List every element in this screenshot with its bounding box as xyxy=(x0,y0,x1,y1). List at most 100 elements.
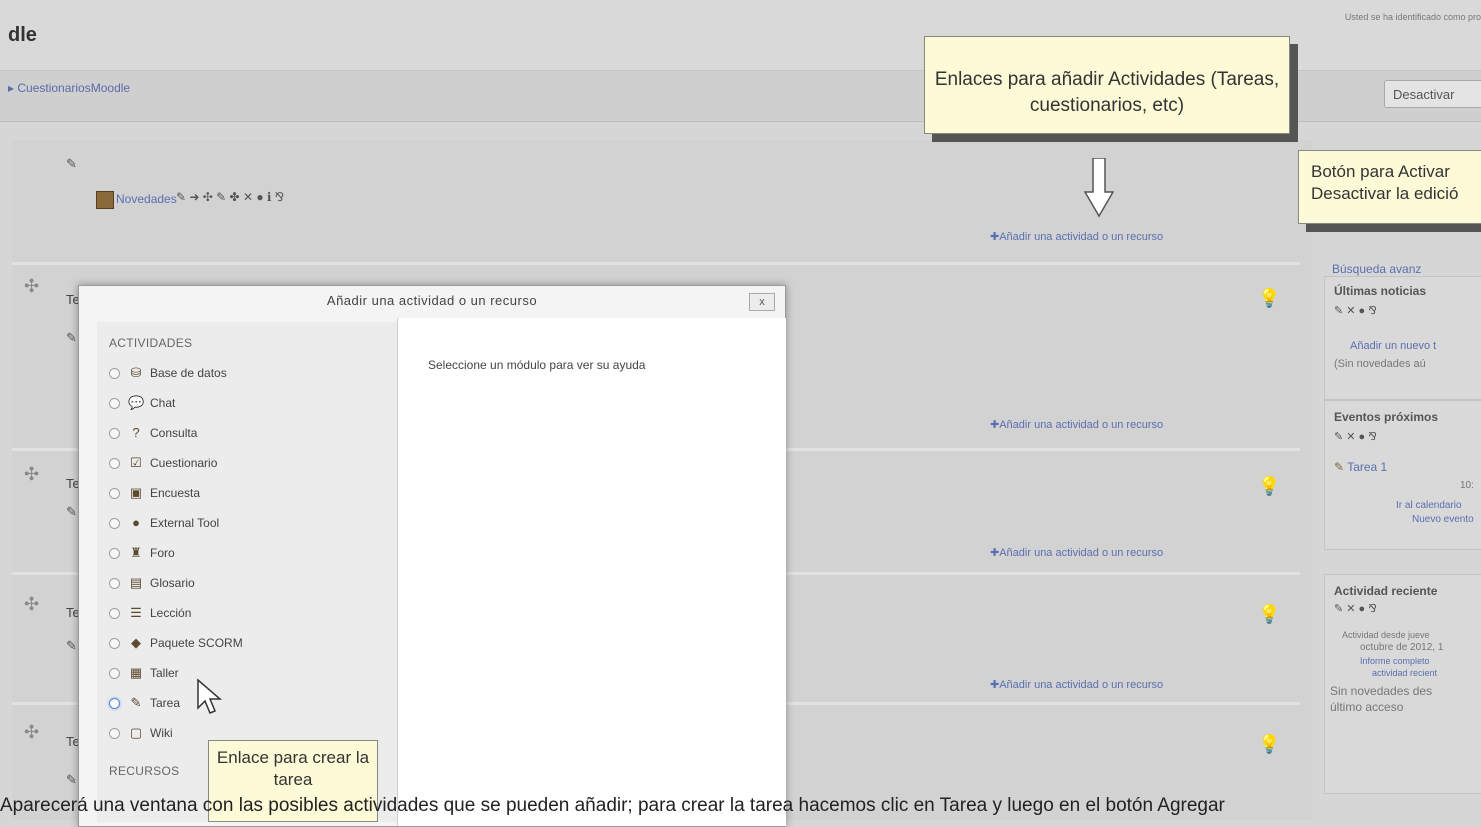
module-option[interactable]: ⛁ Base de datos xyxy=(109,358,389,388)
full-report-link[interactable]: Informe completo xyxy=(1360,656,1430,666)
module-option[interactable]: ▦ Taller xyxy=(109,658,389,688)
site-brand[interactable]: dle xyxy=(8,24,37,47)
module-option[interactable]: ▣ Encuesta xyxy=(109,478,389,508)
activity-edit-icons[interactable]: ✎ ➜ ✣ ✎ ✤ ✕ ● ℹ ⅋ xyxy=(176,190,284,204)
module-option[interactable]: 💬 Chat xyxy=(109,388,389,418)
module-option-label[interactable]: Taller xyxy=(150,666,179,680)
assignment-icon: ✎ xyxy=(1334,460,1345,474)
module-option[interactable]: ▤ Glosario xyxy=(109,568,389,598)
add-activity-dialog: Añadir una actividad o un recurso x ACTI… xyxy=(78,285,786,827)
add-news-link[interactable]: Añadir un nuevo t xyxy=(1350,340,1436,352)
add-activity-link-2[interactable]: ✚Añadir una actividad o un recurso xyxy=(990,546,1163,559)
edit-summary-icon[interactable]: ✎ xyxy=(66,330,77,346)
breadcrumb[interactable]: ▸ CuestionariosMoodle xyxy=(8,81,130,95)
radio-button[interactable] xyxy=(109,547,120,559)
close-icon[interactable]: x xyxy=(749,293,775,311)
module-option-label[interactable]: Base de datos xyxy=(150,366,227,380)
dialog-title: Añadir una actividad o un recurso xyxy=(326,293,538,308)
module-option-label[interactable]: Lección xyxy=(150,606,191,620)
event-item[interactable]: ✎ Tarea 1 xyxy=(1334,460,1387,474)
survey-icon: ▣ xyxy=(129,485,143,500)
edit-summary-icon[interactable]: ✎ xyxy=(66,638,77,654)
forum-icon xyxy=(96,191,114,209)
module-option-label[interactable]: Paquete SCORM xyxy=(150,636,243,650)
radio-button[interactable] xyxy=(109,517,120,529)
module-option-label[interactable]: Chat xyxy=(150,396,175,410)
quiz-icon: ☑ xyxy=(130,455,142,470)
module-option-label[interactable]: Glosario xyxy=(150,576,195,590)
callout-create-task-text: Enlace para crear la tarea xyxy=(216,748,370,789)
forum-icon: ♜ xyxy=(130,545,142,560)
recent-since-line2: octubre de 2012, 1 xyxy=(1360,642,1444,653)
module-option[interactable]: ◆ Paquete SCORM xyxy=(109,628,389,658)
radio-button[interactable] xyxy=(109,607,120,619)
module-option[interactable]: ? Consulta xyxy=(109,418,389,448)
move-icon[interactable]: ✣ xyxy=(24,464,39,485)
assignment-icon: ✎ xyxy=(130,695,142,710)
external-tool-icon: ● xyxy=(132,515,140,530)
breadcrumb-course-link[interactable]: CuestionariosMoodle xyxy=(17,81,130,95)
module-option-label[interactable]: Consulta xyxy=(150,426,197,440)
move-icon[interactable]: ✣ xyxy=(24,276,39,297)
module-option[interactable]: ● External Tool xyxy=(109,508,389,538)
last-access-text: último acceso xyxy=(1330,700,1404,714)
callout-add-activities: Enlaces para añadir Actividades (Tareas,… xyxy=(924,36,1290,134)
module-option[interactable]: ♜ Foro xyxy=(109,538,389,568)
cursor-icon xyxy=(197,678,223,714)
module-option-label[interactable]: Wiki xyxy=(150,726,173,740)
arrow-down-icon xyxy=(1084,158,1114,218)
callout-edit-toggle-text: Botón para Activar Desactivar la edició xyxy=(1311,162,1459,203)
question-icon: ? xyxy=(132,425,140,440)
block-edit-icons[interactable]: ✎ ✕ ● ⅋ xyxy=(1334,602,1377,615)
module-option[interactable]: ☰ Lección xyxy=(109,598,389,628)
edit-summary-icon[interactable]: ✎ xyxy=(66,156,77,172)
block-edit-icons[interactable]: ✎ ✕ ● ⅋ xyxy=(1334,430,1377,443)
radio-button[interactable] xyxy=(109,637,120,649)
module-option-label[interactable]: Cuestionario xyxy=(150,456,217,470)
section-divider xyxy=(12,262,1300,265)
highlight-bulb-icon[interactable]: 💡 xyxy=(1258,288,1280,309)
module-option-label[interactable]: Encuesta xyxy=(150,486,200,500)
callout-edit-toggle: Botón para Activar Desactivar la edició xyxy=(1298,150,1481,224)
no-news-text: (Sin novedades aú xyxy=(1334,358,1426,370)
radio-button[interactable] xyxy=(109,367,120,379)
full-report-link-2[interactable]: actividad recient xyxy=(1372,668,1437,678)
radio-button[interactable] xyxy=(109,697,120,709)
calendar-link[interactable]: Ir al calendario xyxy=(1396,500,1462,511)
radio-button[interactable] xyxy=(109,727,120,739)
module-option[interactable]: ☑ Cuestionario xyxy=(109,448,389,478)
module-option-label[interactable]: External Tool xyxy=(150,516,219,530)
radio-button[interactable] xyxy=(109,427,120,439)
radio-button[interactable] xyxy=(109,667,120,679)
recent-since-line1: Actividad desde jueve xyxy=(1342,630,1430,640)
toggle-editing-button[interactable]: Desactivar xyxy=(1384,80,1481,108)
highlight-bulb-icon[interactable]: 💡 xyxy=(1258,734,1280,755)
glossary-icon: ▤ xyxy=(129,575,143,590)
radio-button[interactable] xyxy=(109,457,120,469)
radio-button[interactable] xyxy=(109,397,120,409)
add-activity-link-0[interactable]: ✚Añadir una actividad o un recurso xyxy=(990,230,1163,243)
module-option-label[interactable]: Tarea xyxy=(150,696,180,710)
options-list: ⛁ Base de datos 💬 Chat? Consulta ☑ Cuestionari… xyxy=(109,358,389,778)
news-forum-link[interactable]: Novedades xyxy=(116,192,177,206)
move-icon[interactable]: ✣ xyxy=(24,594,39,615)
module-option-label[interactable]: Foro xyxy=(150,546,175,560)
move-icon[interactable]: ✣ xyxy=(24,722,39,743)
edit-summary-icon[interactable]: ✎ xyxy=(66,772,77,788)
add-activity-link-3[interactable]: ✚Añadir una actividad o un recurso xyxy=(990,678,1163,691)
advanced-search-link[interactable]: Búsqueda avanz xyxy=(1332,262,1421,276)
lesson-icon: ☰ xyxy=(130,605,142,620)
block-edit-icons[interactable]: ✎ ✕ ● ⅋ xyxy=(1334,304,1377,317)
highlight-bulb-icon[interactable]: 💡 xyxy=(1258,476,1280,497)
radio-button[interactable] xyxy=(109,577,120,589)
new-event-link[interactable]: Nuevo evento xyxy=(1412,514,1474,525)
scorm-icon: ◆ xyxy=(131,635,141,650)
recent-activity-title: Actividad reciente xyxy=(1334,584,1438,598)
module-option[interactable]: ✎ Tarea xyxy=(109,688,389,718)
edit-summary-icon[interactable]: ✎ xyxy=(66,504,77,520)
add-activity-link-1[interactable]: ✚Añadir una actividad o un recurso xyxy=(990,418,1163,431)
event-time: 10: xyxy=(1460,480,1474,491)
highlight-bulb-icon[interactable]: 💡 xyxy=(1258,604,1280,625)
radio-button[interactable] xyxy=(109,487,120,499)
event-link[interactable]: Tarea 1 xyxy=(1347,460,1387,474)
